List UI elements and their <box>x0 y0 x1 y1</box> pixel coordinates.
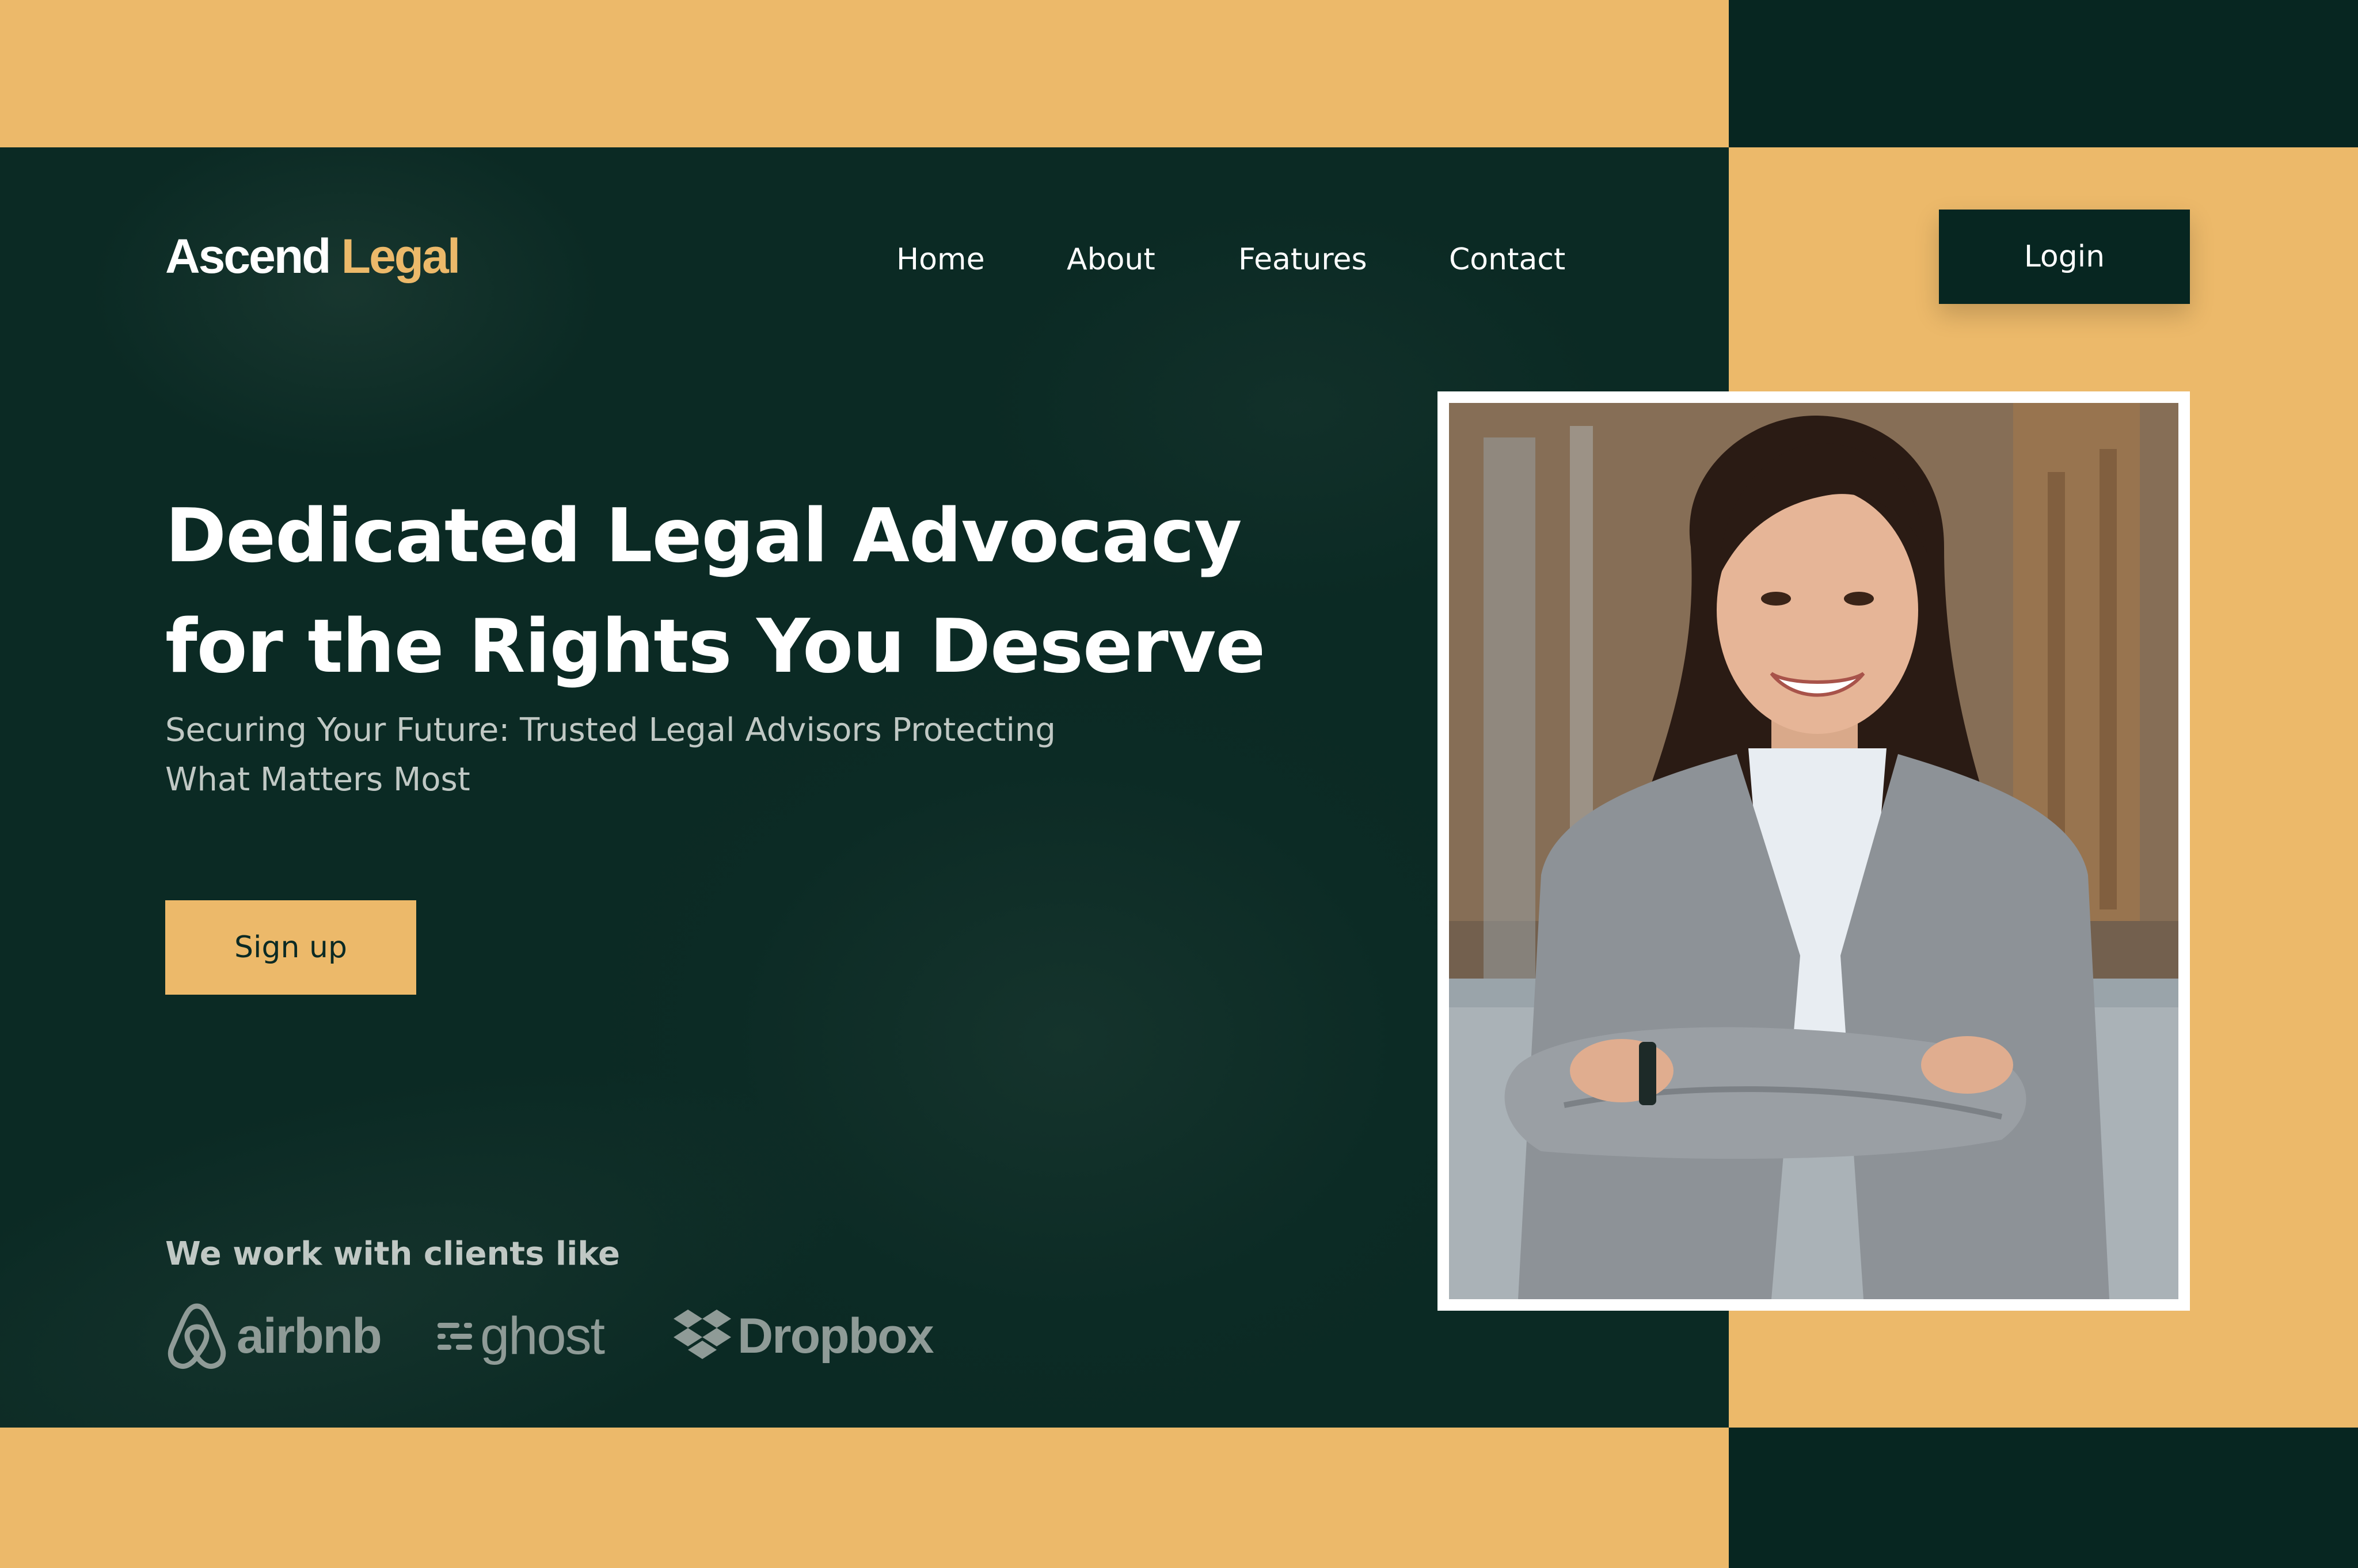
client-name-ghost: ghost <box>480 1307 605 1365</box>
client-logo-dropbox: Dropbox <box>671 1293 934 1379</box>
airbnb-icon <box>165 1301 229 1371</box>
login-button[interactable]: Login <box>1939 210 2190 304</box>
top-dark-block <box>1729 0 2358 147</box>
subtitle-line-1: Securing Your Future: Trusted Legal Advi… <box>165 711 1056 749</box>
bottom-orange-band <box>0 1428 1729 1568</box>
nav-contact[interactable]: Contact <box>1449 234 1565 286</box>
bottom-dark-block <box>1729 1428 2358 1568</box>
ghost-icon <box>438 1316 473 1356</box>
background-shape <box>86 147 604 464</box>
subtitle-line-2: What Matters Most <box>165 761 470 798</box>
nav-about[interactable]: About <box>1067 234 1155 286</box>
top-orange-band <box>0 0 1729 147</box>
headline-line-1: Dedicated Legal Advocacy <box>165 493 1242 579</box>
dropbox-icon <box>671 1307 734 1365</box>
clients-label: We work with clients like <box>165 1235 621 1273</box>
portrait-frame <box>1437 391 2190 1311</box>
nav-home[interactable]: Home <box>896 234 985 286</box>
client-name-dropbox: Dropbox <box>737 1308 934 1364</box>
portrait-illustration <box>1449 403 2178 1299</box>
client-logo-ghost: ghost <box>438 1293 605 1379</box>
hero-headline: Dedicated Legal Advocacy for the Rights … <box>165 481 1489 702</box>
client-logo-airbnb: airbnb <box>165 1293 382 1379</box>
main-nav: Home About Features Contact <box>0 234 1729 286</box>
signup-button[interactable]: Sign up <box>165 900 416 995</box>
lawyer-portrait-photo <box>1449 403 2178 1299</box>
hero-subtitle: Securing Your Future: Trusted Legal Advi… <box>165 706 1109 805</box>
client-name-airbnb: airbnb <box>237 1308 382 1364</box>
nav-features[interactable]: Features <box>1238 234 1367 286</box>
headline-line-2: for the Rights You Deserve <box>165 604 1265 690</box>
